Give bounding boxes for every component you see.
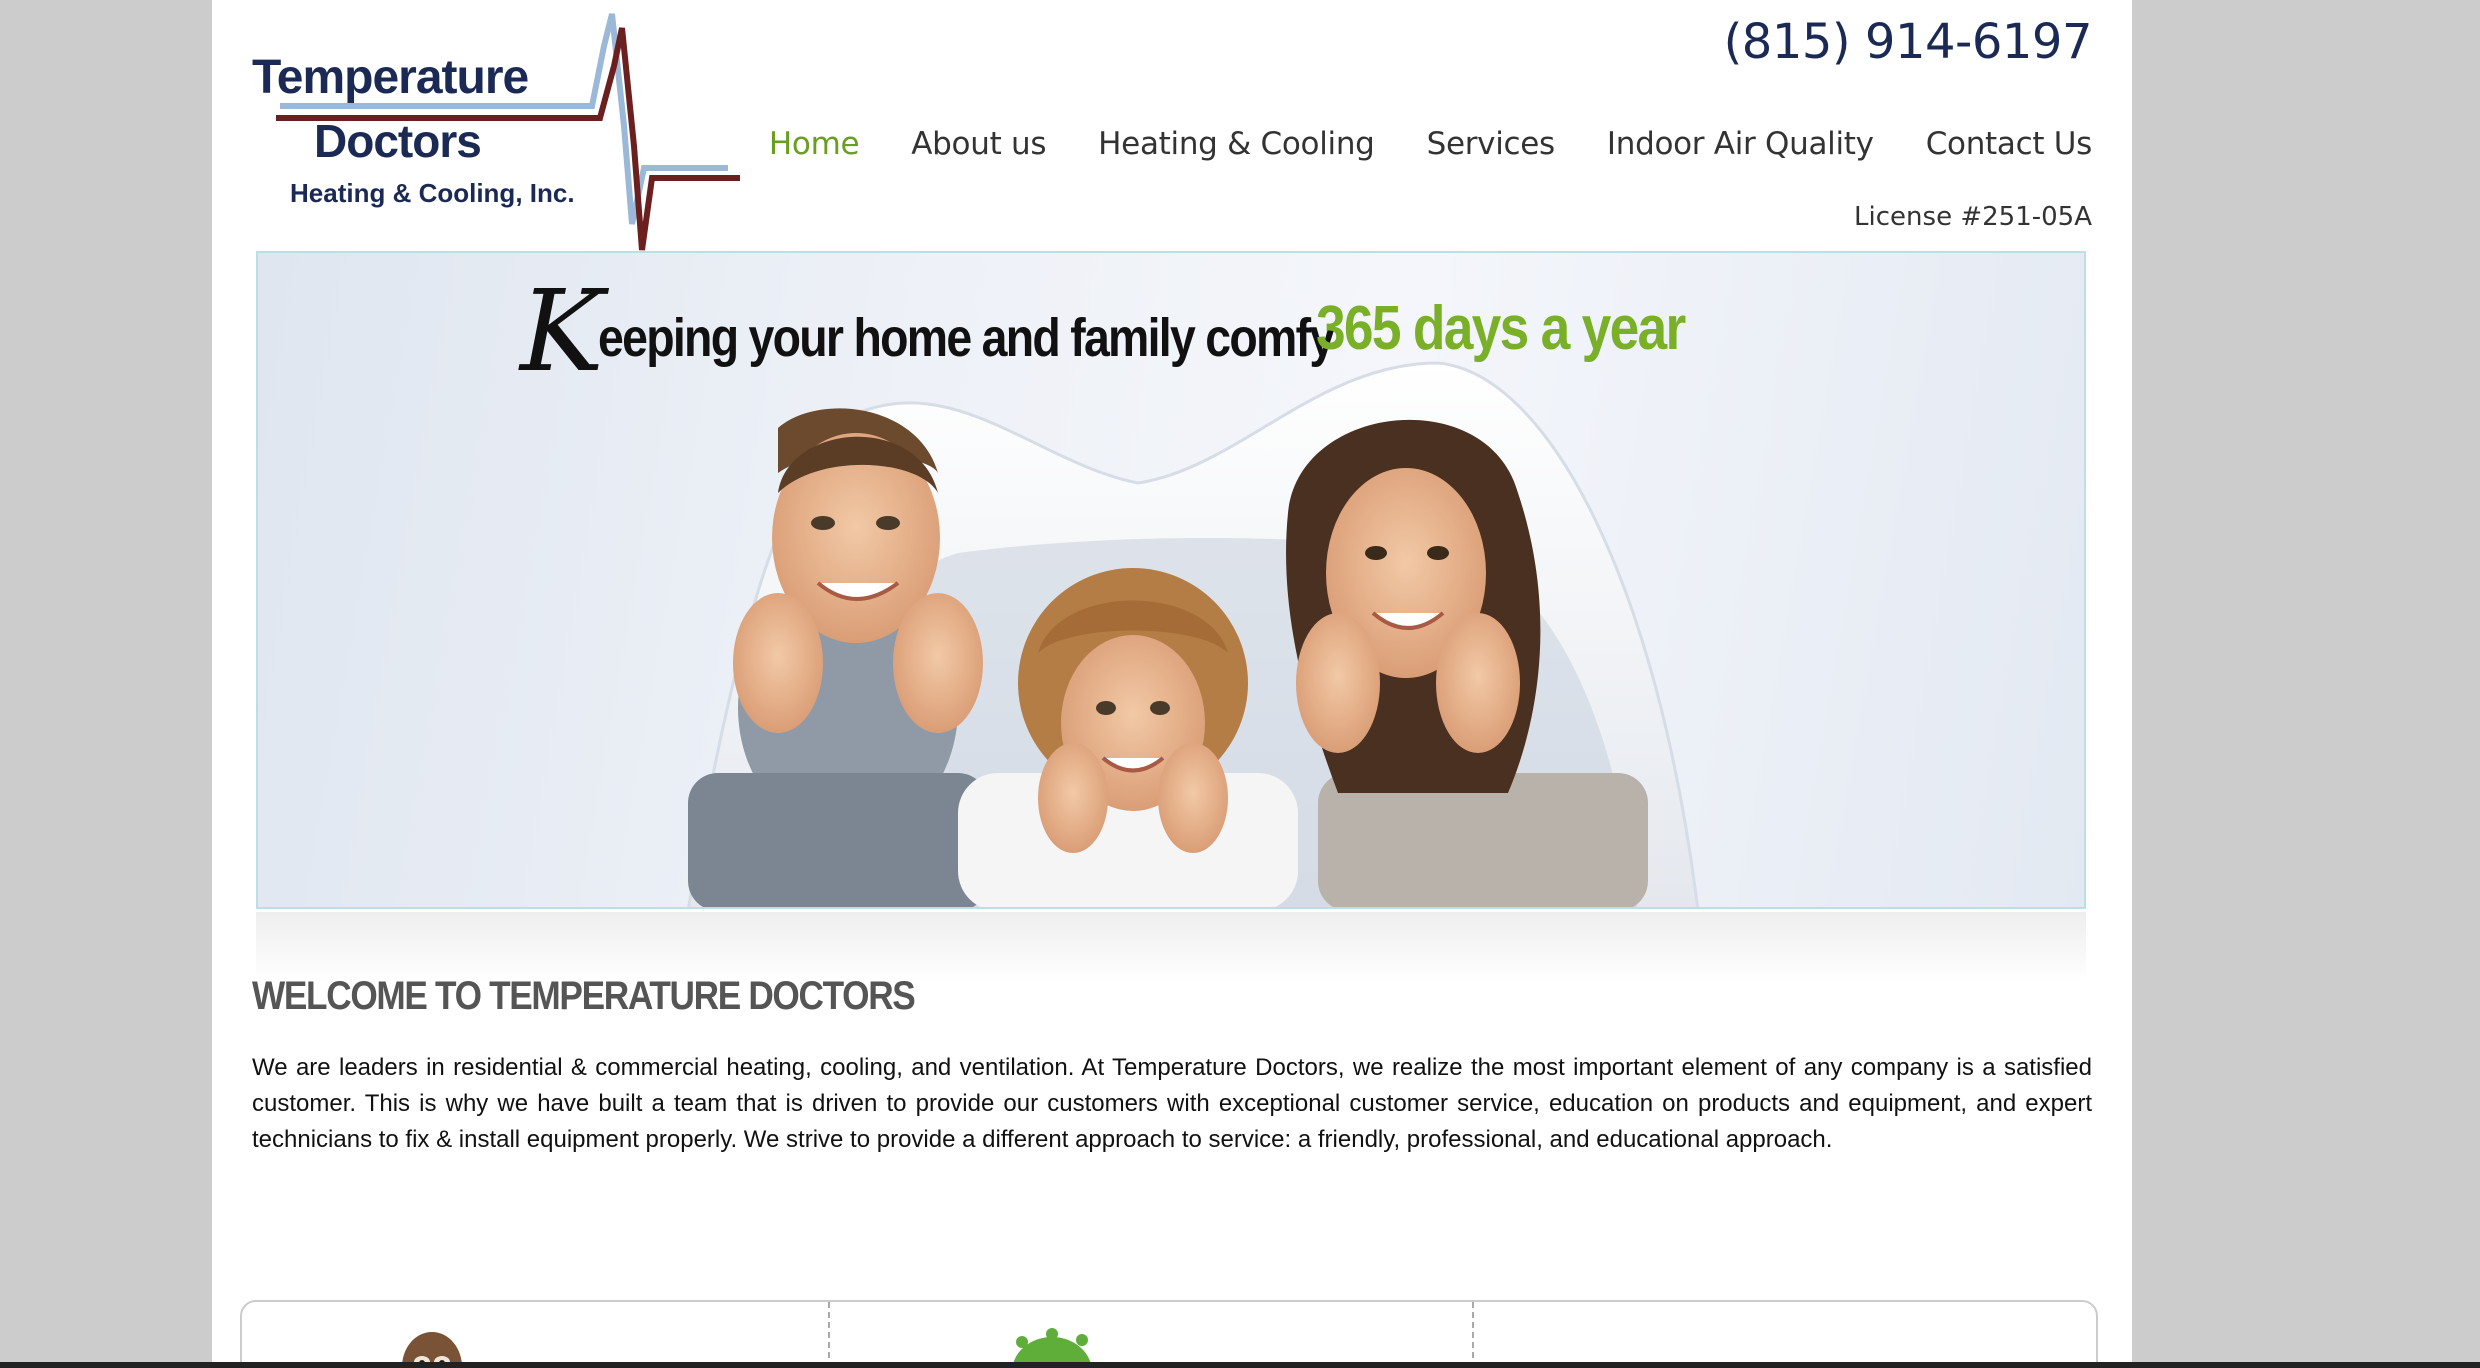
- feature-boxes: [240, 1300, 2098, 1368]
- nav-heating-cooling[interactable]: Heating & Cooling: [1098, 126, 1375, 162]
- hero-tagline: Keeping your home and family comfy: [520, 267, 1453, 397]
- feature-divider: [1472, 1302, 1474, 1368]
- nav-indoor-air-quality[interactable]: Indoor Air Quality: [1607, 126, 1874, 162]
- phone-number[interactable]: (815) 914-6197: [1724, 14, 2093, 70]
- license-number: License #251-05A: [1854, 202, 2092, 232]
- hero-tagline-main: eeping your home and family comfy: [597, 308, 1335, 368]
- hero-tagline-initial: K: [520, 267, 604, 397]
- window-bottom-edge: [0, 1362, 2480, 1368]
- logo-text-line1: Temperature: [252, 51, 529, 104]
- hero-shadow: [256, 912, 2086, 982]
- feature-divider: [828, 1302, 830, 1368]
- logo-text-line2: Doctors: [314, 115, 482, 167]
- welcome-body: We are leaders in residential & commerci…: [252, 1054, 2092, 1153]
- hero-banner: Keeping your home and family comfy 365 d…: [256, 251, 2086, 909]
- company-logo[interactable]: Temperature Doctors Heating & Cooling, I…: [252, 6, 742, 252]
- main-nav: Home About us Heating & Cooling Services…: [717, 126, 2092, 162]
- page: Temperature Doctors Heating & Cooling, I…: [212, 0, 2132, 1368]
- welcome-heading: WELCOME TO TEMPERATURE DOCTORS: [252, 974, 916, 1018]
- nav-about-us[interactable]: About us: [911, 126, 1046, 162]
- logo-text-line3: Heating & Cooling, Inc.: [290, 178, 575, 208]
- nav-services[interactable]: Services: [1427, 126, 1556, 162]
- hero-tagline-highlight: 365 days a year: [1316, 294, 1686, 363]
- nav-contact-us[interactable]: Contact Us: [1926, 126, 2093, 162]
- nav-home[interactable]: Home: [769, 126, 860, 162]
